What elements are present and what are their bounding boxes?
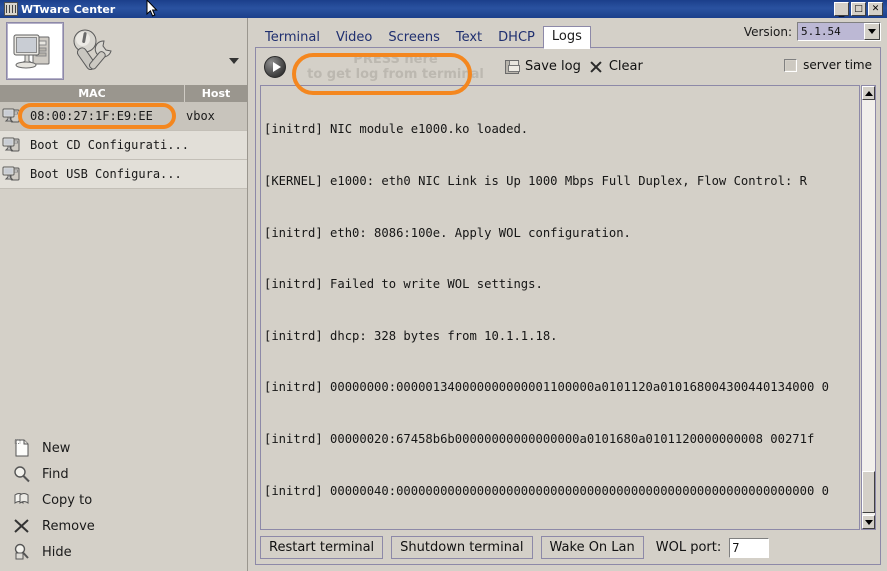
tab-text[interactable]: Text [448, 28, 490, 49]
computer-icon [2, 107, 22, 125]
toolbar-dropdown-chevron-down-icon[interactable] [229, 58, 239, 64]
restart-terminal-button[interactable]: Restart terminal [260, 536, 384, 559]
floppy-disk-icon [505, 59, 520, 74]
new-button[interactable]: New [0, 435, 248, 461]
log-line: [initrd] 00000020:67458b6b00000000000000… [264, 432, 815, 447]
settings-view-button[interactable] [64, 22, 122, 80]
left-panel: MAC Host 08:00:27:1F:E9:EE vbox Boot CD … [0, 18, 248, 571]
column-header-host[interactable]: Host [185, 85, 247, 102]
minimize-icon: _ [838, 4, 845, 17]
terminal-actions-bar: Restart terminal Shutdown terminal Wake … [260, 536, 770, 559]
left-toolbar [0, 18, 247, 85]
close-icon: ✕ [871, 4, 880, 14]
x-cross-icon [589, 60, 603, 74]
close-button[interactable]: ✕ [868, 2, 883, 16]
clear-log-button[interactable]: Clear [589, 59, 643, 74]
left-action-menu: New Find Copy to Remove Hide [0, 435, 248, 565]
play-circle-icon[interactable] [264, 55, 286, 78]
terminal-list-header: MAC Host [0, 85, 247, 102]
wrench-screwdriver-icon [73, 29, 112, 71]
wol-port-input[interactable]: 7 [729, 537, 770, 558]
terminal-mac: Boot USB Configura... [30, 167, 182, 181]
version-value: 5.1.54 [801, 25, 841, 38]
chevron-down-icon[interactable] [864, 23, 880, 40]
magnifier-icon [12, 465, 32, 483]
wol-port-label: WOL port: [655, 540, 722, 555]
save-log-button[interactable]: Save log [505, 59, 581, 74]
table-row[interactable]: Boot USB Configura... [0, 160, 247, 189]
right-panel: Terminal Video Screens Text DHCP Logs Ve… [249, 18, 887, 571]
log-line: [initrd] Failed to write WOL settings. [264, 277, 543, 292]
server-time-checkbox[interactable]: server time [784, 58, 872, 72]
save-log-label: Save log [525, 59, 581, 74]
copy-to-button[interactable]: Copy to [0, 487, 248, 513]
log-line: [KERNEL] e1000: eth0 NIC Link is Up 1000… [264, 174, 807, 189]
menu-label: New [42, 440, 71, 456]
log-line: [initrd] NIC module e1000.ko loaded. [264, 122, 529, 137]
tab-logs[interactable]: Logs [542, 26, 591, 49]
remove-button[interactable]: Remove [0, 513, 248, 539]
menu-label: Find [42, 466, 69, 482]
checkbox-box[interactable] [784, 58, 798, 72]
menu-label: Copy to [42, 492, 93, 508]
server-time-label: server time [803, 58, 872, 72]
window-controls: _ □ ✕ [834, 2, 885, 17]
scroll-down-button[interactable] [862, 515, 875, 529]
tab-dhcp[interactable]: DHCP [490, 28, 543, 49]
log-line: [initrd] 00000000:0000013400000000000011… [264, 380, 829, 395]
maximize-button[interactable]: □ [851, 2, 866, 16]
shutdown-terminal-button[interactable]: Shutdown terminal [391, 536, 533, 559]
computer-monitor-icon [13, 34, 50, 69]
window-title: WTware Center [21, 2, 116, 16]
version-dropdown[interactable]: 5.1.54 [797, 22, 881, 41]
x-cross-icon [12, 517, 32, 535]
tab-screens[interactable]: Screens [380, 28, 447, 49]
wtware-center-window: WTware Center _ □ ✕ MAC Host 08:00:27:1F… [0, 0, 887, 571]
log-line: [initrd] dhcp: 328 bytes from 10.1.1.18. [264, 328, 558, 343]
minimize-button[interactable]: _ [834, 2, 849, 17]
computer-icon [2, 165, 22, 183]
hide-button[interactable]: Hide [0, 539, 248, 565]
log-output[interactable]: [initrd] NIC module e1000.ko loaded. [KE… [260, 85, 860, 530]
log-line: [initrd] eth0: 8086:100e. Apply WOL conf… [264, 225, 631, 240]
maximize-icon: □ [854, 4, 863, 14]
scroll-up-button[interactable] [862, 86, 875, 100]
menu-label: Hide [42, 544, 72, 560]
clear-label: Clear [608, 59, 643, 74]
copy-pages-icon [12, 491, 32, 509]
terminal-list: 08:00:27:1F:E9:EE vbox Boot CD Configura… [0, 102, 247, 189]
press-here-line1: PRESS here [353, 51, 438, 67]
terminal-host: vbox [186, 109, 215, 123]
magnifier-hide-icon [12, 543, 32, 561]
wake-on-lan-button[interactable]: Wake On Lan [540, 536, 644, 559]
terminals-view-button[interactable] [6, 22, 64, 80]
log-line: [initrd] 00000040:0000000000000000000000… [264, 483, 829, 498]
logs-panel: PRESS here to get log from terminal Save… [255, 47, 881, 565]
log-toolbar: PRESS here to get log from terminal Save… [256, 48, 880, 85]
terminal-mac: 08:00:27:1F:E9:EE [30, 109, 153, 123]
version-label: Version: [743, 24, 792, 39]
title-bar: WTware Center _ □ ✕ [0, 0, 887, 18]
computer-icon [2, 136, 22, 154]
new-document-icon [12, 439, 32, 457]
press-here-line2: to get log from terminal [307, 66, 484, 82]
press-here-get-log-button[interactable]: PRESS here to get log from terminal [294, 51, 497, 83]
version-selector-group: Version: 5.1.54 [744, 22, 881, 41]
terminal-mac: Boot CD Configurati... [30, 138, 189, 152]
table-row[interactable]: Boot CD Configurati... [0, 131, 247, 160]
tab-terminal[interactable]: Terminal [257, 28, 328, 49]
tab-video[interactable]: Video [328, 28, 380, 49]
table-row[interactable]: 08:00:27:1F:E9:EE vbox [0, 102, 247, 131]
menu-label: Remove [42, 518, 95, 534]
column-header-mac[interactable]: MAC [0, 85, 185, 102]
app-icon [4, 2, 18, 16]
tab-bar: Terminal Video Screens Text DHCP Logs Ve… [249, 18, 887, 49]
scrollbar-thumb[interactable] [862, 471, 875, 513]
find-button[interactable]: Find [0, 461, 248, 487]
log-vertical-scrollbar[interactable] [861, 85, 876, 530]
